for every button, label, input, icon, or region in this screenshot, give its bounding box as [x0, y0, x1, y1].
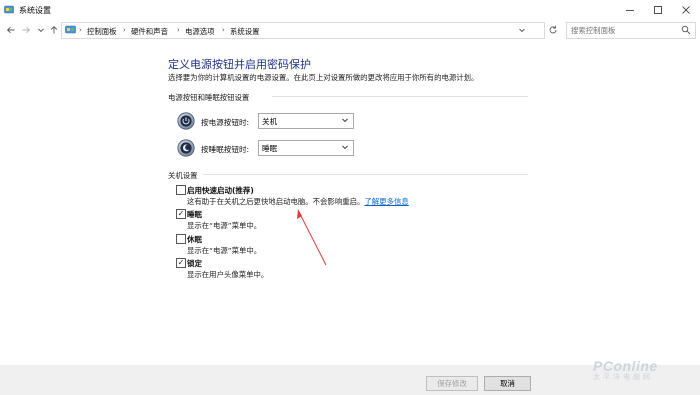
forward-button[interactable] [20, 24, 32, 36]
search-input[interactable] [571, 24, 675, 36]
hibernate-label: 休眠 [187, 235, 202, 244]
arrow-left-icon [6, 26, 15, 34]
arrow-right-icon [22, 26, 31, 34]
hibernate-description: 显示在“电源”菜单中。 [187, 246, 262, 255]
breadcrumb-separator: › [123, 26, 126, 34]
breadcrumb-hardware-sound[interactable]: 硬件和声音 [131, 26, 168, 37]
breadcrumb-system-settings[interactable]: 系统设置 [230, 26, 260, 37]
window-title: 系统设置 [19, 6, 51, 15]
minimize-icon [626, 10, 634, 11]
fast-startup-checkbox[interactable] [176, 185, 186, 195]
cancel-button[interactable]: 取消 [484, 376, 531, 391]
breadcrumb-power-options[interactable]: 电源选项 [185, 26, 215, 37]
control-panel-icon [65, 25, 76, 34]
hibernate-checkbox[interactable] [176, 234, 186, 244]
maximize-icon [654, 6, 662, 14]
sleep-button-action-value: 睡眠 [262, 144, 278, 153]
fast-startup-description: 这有助于在关机之后更快地启动电脑。不会影响重启。了解更多信息 [187, 197, 409, 206]
address-bar[interactable]: › 控制面板 › 硬件和声音 › 电源选项 › 系统设置 [61, 22, 545, 39]
chevron-down-icon [38, 28, 44, 33]
watermark-logo: PConline 太平洋电脑网 [593, 358, 658, 381]
save-changes-button[interactable]: 保存修改 [426, 376, 478, 391]
navigation-bar: › 控制面板 › 硬件和声音 › 电源选项 › 系统设置 [0, 20, 700, 40]
close-icon [682, 6, 690, 14]
breadcrumb-separator: › [79, 26, 82, 34]
sleep-button-action-select[interactable]: 睡眠 [258, 140, 354, 156]
chevron-down-icon [342, 118, 348, 123]
recent-locations-button[interactable] [35, 24, 47, 36]
sleep-button-icon [177, 139, 195, 157]
control-panel-icon [4, 5, 14, 14]
breadcrumb-separator: › [222, 26, 225, 34]
learn-more-link[interactable]: 了解更多信息 [364, 197, 408, 206]
power-button-action-select[interactable]: 关机 [258, 113, 354, 129]
lock-checkbox[interactable]: ✓ [176, 258, 186, 268]
arrow-up-icon [50, 25, 58, 34]
back-button[interactable] [5, 24, 17, 36]
shutdown-section-title: 关机设置 [168, 171, 198, 180]
close-button[interactable] [672, 0, 700, 20]
breadcrumb-separator: › [177, 26, 180, 34]
sleep-label: 睡眠 [187, 210, 202, 219]
lock-label: 锁定 [187, 259, 202, 268]
chevron-down-icon[interactable] [518, 26, 526, 34]
maximize-button[interactable] [644, 0, 672, 20]
sleep-button-label: 按睡眠按钮时: [201, 145, 250, 154]
refresh-button[interactable] [547, 24, 559, 36]
sleep-checkbox[interactable]: ✓ [176, 209, 186, 219]
search-icon [681, 25, 691, 35]
minimize-button[interactable] [616, 0, 644, 20]
breadcrumb-control-panel[interactable]: 控制面板 [87, 26, 117, 37]
power-button-label: 按电源按钮时: [201, 118, 250, 127]
power-button-action-value: 关机 [262, 117, 278, 126]
section-divider [203, 174, 528, 175]
lock-description: 显示在用户头像菜单中。 [187, 270, 269, 279]
power-section-title: 电源按钮和睡眠按钮设置 [168, 93, 250, 102]
page-description: 选择要为你的计算机设置的电源设置。在此页上对设置所做的更改将应用于你所有的电源计… [168, 73, 479, 82]
fast-startup-label: 启用快速启动(推荐) [187, 186, 254, 195]
power-button-icon [177, 112, 195, 130]
chevron-down-icon [342, 145, 348, 150]
sleep-description: 显示在“电源”菜单中。 [187, 221, 262, 230]
refresh-icon [549, 25, 557, 34]
page-title: 定义电源按钮并启用密码保护 [168, 58, 311, 71]
search-box[interactable] [566, 22, 696, 39]
section-divider [272, 96, 528, 97]
title-bar: 系统设置 [0, 0, 700, 20]
up-button[interactable] [48, 24, 60, 36]
